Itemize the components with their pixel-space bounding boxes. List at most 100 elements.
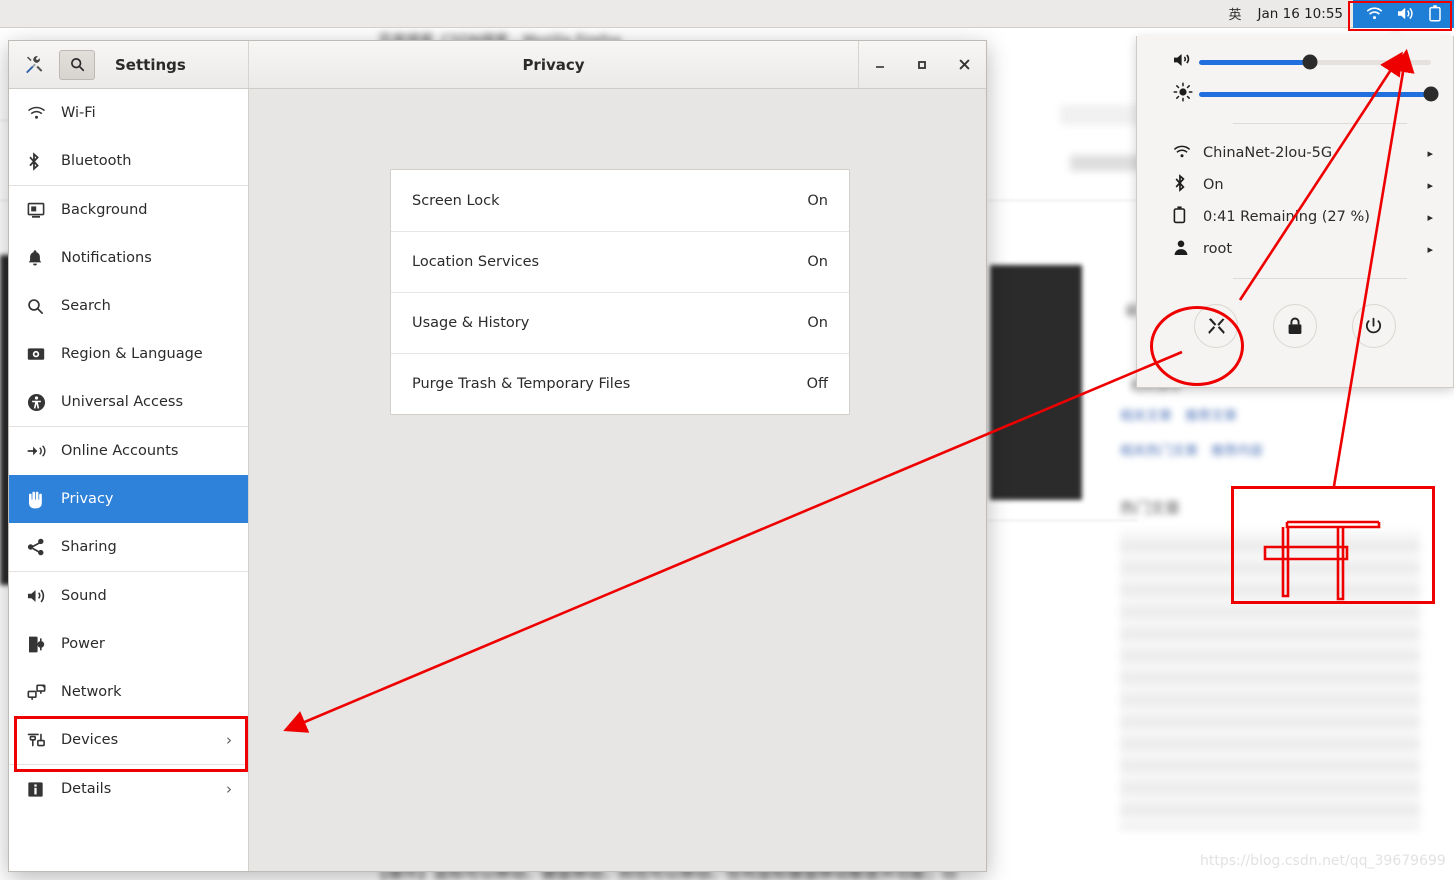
bluetooth-icon [1173, 174, 1203, 196]
privacy-row-location-services[interactable]: Location Services On [391, 231, 849, 292]
sidebar-label: Universal Access [61, 394, 184, 410]
settings-button[interactable] [1194, 304, 1239, 348]
sidebar-label: Sharing [61, 539, 117, 555]
sidebar-label: Details [61, 781, 112, 797]
watermark: https://blog.csdn.net/qq_39679699 [1200, 853, 1446, 869]
accessibility-icon [27, 393, 61, 412]
background-icon [27, 202, 61, 219]
system-menu-item-bluetooth[interactable]: On ▸ [1137, 169, 1453, 201]
chevron-right-icon[interactable]: ▸ [1421, 179, 1433, 192]
sidebar-item-notifications[interactable]: Notifications [9, 234, 248, 282]
minimize-button[interactable] [865, 50, 895, 80]
lock-button[interactable] [1272, 304, 1317, 348]
brightness-slider-fill [1199, 91, 1431, 97]
sidebar-item-devices[interactable]: Devices › [9, 716, 248, 764]
share-icon [27, 538, 61, 556]
background-divider-4 [988, 520, 1138, 521]
ime-indicator[interactable]: 英 [1229, 4, 1242, 23]
privacy-row-label: Usage & History [412, 315, 530, 331]
system-menu-panel[interactable]: ChinaNet-2lou-5G ▸ On ▸ 0:41 Remaining (… [1136, 36, 1454, 388]
sidebar-label: Devices [61, 732, 119, 748]
sidebar-label: Search [61, 298, 111, 314]
system-menu-item-wifi[interactable]: ChinaNet-2lou-5G ▸ [1137, 137, 1453, 169]
brightness-slider-row[interactable] [1137, 78, 1453, 110]
chevron-right-icon[interactable]: › [226, 731, 232, 749]
privacy-row-usage-history[interactable]: Usage & History On [391, 292, 849, 353]
volume-slider-knob[interactable] [1302, 54, 1318, 70]
sidebar-label: Notifications [61, 250, 152, 266]
sidebar-item-search[interactable]: Search [9, 282, 248, 330]
sidebar-item-wifi[interactable]: Wi-Fi [9, 89, 248, 137]
sidebar-item-universal-access[interactable]: Universal Access [9, 378, 248, 426]
system-menu-item-battery[interactable]: 0:41 Remaining (27 %) ▸ [1137, 201, 1453, 233]
privacy-row-value: Off [806, 376, 828, 392]
sidebar-label: Sound [61, 588, 107, 604]
privacy-row-label: Purge Trash & Temporary Files [412, 376, 631, 392]
sidebar-item-region-language[interactable]: Region & Language [9, 330, 248, 378]
privacy-row-purge-trash[interactable]: Purge Trash & Temporary Files Off [391, 353, 849, 414]
bluetooth-icon [27, 151, 61, 171]
system-menu-item-user[interactable]: root ▸ [1137, 233, 1453, 265]
system-menu-action-row [1137, 292, 1453, 348]
sidebar-item-sound[interactable]: Sound [9, 572, 248, 620]
privacy-row-value: On [807, 192, 828, 209]
user-icon [1173, 239, 1203, 260]
chevron-right-icon[interactable]: › [226, 780, 232, 798]
chevron-right-icon[interactable]: ▸ [1421, 211, 1433, 224]
close-button[interactable] [950, 50, 980, 80]
sidebar-item-background[interactable]: Background [9, 186, 248, 234]
system-topbar[interactable]: 英 Jan 16 10:55 [0, 0, 1454, 28]
maximize-button[interactable] [907, 50, 937, 80]
sidebar-item-power[interactable]: Power [9, 620, 248, 668]
background-link-row-1: 相关文章 推荐文章 [1120, 409, 1238, 424]
volume-icon [1397, 6, 1415, 21]
sidebar-item-privacy[interactable]: Privacy [9, 475, 248, 523]
system-menu-battery-label: 0:41 Remaining (27 %) [1203, 209, 1370, 225]
volume-icon [1173, 52, 1199, 72]
privacy-settings-list[interactable]: Screen Lock On Location Services On Usag… [390, 169, 850, 415]
sidebar-label: Region & Language [61, 346, 203, 362]
background-divider-3 [988, 200, 1138, 201]
search-button[interactable] [59, 49, 95, 80]
wifi-icon [1173, 144, 1203, 163]
background-dark-panel-right [990, 265, 1082, 500]
topbar-clock[interactable]: Jan 16 10:55 [1258, 6, 1343, 22]
window-titlebar[interactable]: Settings Privacy [9, 41, 986, 89]
system-menu-wifi-label: ChinaNet-2lou-5G [1203, 145, 1333, 161]
settings-sidebar[interactable]: Wi-Fi Bluetooth Background Notifications… [9, 89, 249, 871]
sidebar-item-bluetooth[interactable]: Bluetooth [9, 137, 248, 185]
privacy-row-screen-lock[interactable]: Screen Lock On [391, 170, 849, 231]
page-title: Privacy [522, 55, 585, 74]
chevron-right-icon[interactable]: ▸ [1421, 147, 1433, 160]
sidebar-item-sharing[interactable]: Sharing [9, 523, 248, 571]
online-accounts-icon [27, 443, 61, 459]
search-icon [27, 298, 61, 315]
volume-slider-row[interactable] [1137, 46, 1453, 78]
sidebar-item-online-accounts[interactable]: Online Accounts [9, 427, 248, 475]
volume-icon [27, 588, 61, 604]
wifi-icon [1366, 6, 1383, 21]
sidebar-label: Bluetooth [61, 153, 132, 169]
privacy-row-value: On [807, 254, 828, 270]
privacy-row-label: Location Services [412, 254, 540, 270]
sidebar-item-details[interactable]: Details › [9, 765, 248, 813]
app-title: Settings [115, 55, 186, 74]
volume-slider-track[interactable] [1199, 54, 1431, 70]
system-menu-divider-bottom [1233, 278, 1407, 279]
sidebar-item-network[interactable]: Network [9, 668, 248, 716]
titlebar-left-section: Settings [9, 41, 249, 88]
power-plug-icon [27, 635, 61, 654]
brightness-slider-knob[interactable] [1423, 86, 1439, 102]
power-button[interactable] [1351, 304, 1396, 348]
background-list-block [1120, 530, 1420, 830]
window-controls[interactable] [858, 41, 986, 88]
devices-icon [27, 731, 61, 749]
topbar-status-indicators[interactable] [1353, 0, 1454, 28]
sidebar-label: Online Accounts [61, 443, 179, 459]
info-icon [27, 781, 61, 798]
system-menu-divider-top [1233, 123, 1407, 124]
settings-window[interactable]: Settings Privacy Wi-Fi Bluetooth Backgro… [8, 40, 987, 872]
sidebar-label: Power [61, 636, 105, 652]
brightness-slider-track[interactable] [1199, 86, 1439, 102]
chevron-right-icon[interactable]: ▸ [1421, 243, 1433, 256]
